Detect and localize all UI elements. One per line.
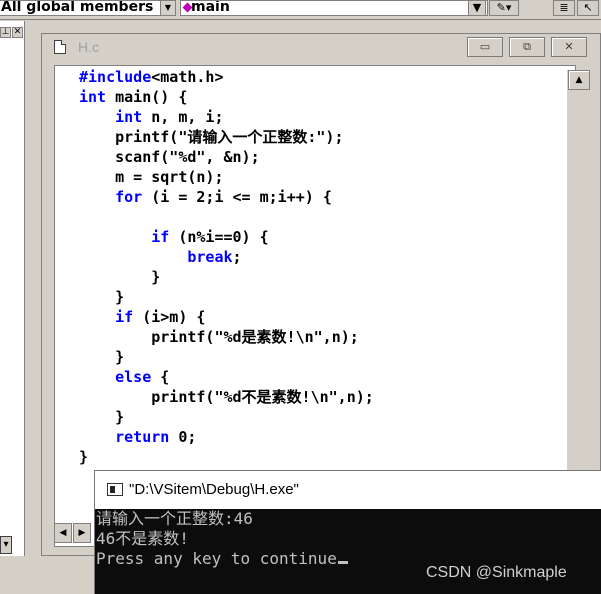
- chevron-down-icon[interactable]: ▼: [468, 0, 486, 16]
- code-keyword: if: [79, 228, 170, 246]
- code-line: printf("%d是素数!\n",n);: [79, 327, 359, 347]
- wizard-bar-icon[interactable]: ✎▾: [489, 0, 519, 16]
- code-line: }: [79, 347, 124, 367]
- members-combo[interactable]: All global members ▼: [0, 0, 176, 16]
- toolbar: All global members ▼ main ▼ ✎▾ ≣ ↖: [0, 0, 601, 20]
- console-title: "D:\VSitem\Debug\H.exe": [129, 481, 299, 498]
- editor-titlebar[interactable]: H.c ▭ ⧉ ✕: [42, 34, 600, 60]
- console-line: Press any key to continue: [96, 549, 348, 569]
- code-text: ;: [232, 248, 242, 266]
- code-line: int main() {: [79, 87, 187, 107]
- pane-scroll-down-icon[interactable]: ▾: [0, 536, 12, 554]
- close-button[interactable]: ✕: [551, 37, 587, 57]
- stack-icon[interactable]: ≣: [553, 0, 575, 16]
- code-text: (i>m) {: [133, 308, 206, 326]
- code-keyword: #include: [79, 68, 152, 86]
- code-text: }: [79, 268, 161, 286]
- minimize-button[interactable]: ▭: [467, 37, 503, 57]
- code-text: <math.h>: [151, 68, 224, 86]
- workspace-pane: ⊥ ✕: [0, 21, 25, 556]
- code-text: printf("请输入一个正整数:");: [79, 128, 344, 146]
- code-text: 0;: [169, 428, 197, 446]
- code-line: if (i>m) {: [79, 307, 205, 327]
- console-prompt-text: Press any key to continue: [96, 549, 337, 568]
- code-line: return 0;: [79, 427, 196, 447]
- code-text: }: [79, 348, 125, 366]
- scroll-left-arrow-icon[interactable]: ◀: [54, 523, 72, 543]
- code-line: }: [79, 267, 160, 287]
- code-keyword: if: [79, 308, 134, 326]
- code-keyword: break: [79, 248, 233, 266]
- scroll-right-arrow-icon[interactable]: ▶: [73, 523, 91, 543]
- code-text: scanf("%d", &n);: [79, 148, 260, 166]
- code-text: }: [79, 448, 89, 466]
- watermark: CSDN @Sinkmaple: [426, 564, 567, 581]
- text-cursor: [337, 561, 348, 564]
- code-line: for (i = 2;i <= m;i++) {: [79, 187, 332, 207]
- code-line: printf("请输入一个正整数:");: [79, 127, 344, 147]
- code-line: scanf("%d", &n);: [79, 147, 260, 167]
- pane-close-icon[interactable]: ✕: [12, 27, 23, 38]
- code-text: (i = 2;i <= m;i++) {: [142, 188, 332, 206]
- code-line: printf("%d不是素数!\n",n);: [79, 387, 374, 407]
- code-line: }: [79, 287, 124, 307]
- code-line: }: [79, 407, 124, 427]
- code-keyword: for: [79, 188, 143, 206]
- function-combo[interactable]: main: [180, 0, 488, 16]
- code-line: }: [79, 447, 88, 467]
- code-text: printf("%d是素数!\n",n);: [79, 328, 359, 346]
- code-text: {: [151, 368, 170, 386]
- code-keyword: int: [79, 108, 143, 126]
- code-text: printf("%d不是素数!\n",n);: [79, 388, 374, 406]
- code-line: break;: [79, 247, 242, 267]
- code-line: int n, m, i;: [79, 107, 224, 127]
- code-keyword: int: [79, 88, 107, 106]
- console-icon: [107, 483, 123, 496]
- code-line: if (n%i==0) {: [79, 227, 269, 247]
- code-text: m = sqrt(n);: [79, 168, 224, 186]
- code-line: #include<math.h>: [79, 67, 224, 87]
- pane-pin-icon[interactable]: ⊥: [0, 27, 11, 38]
- console-line: 46不是素数!: [96, 529, 189, 548]
- code-keyword: return: [79, 428, 170, 446]
- restore-button[interactable]: ⧉: [509, 37, 545, 57]
- code-line: m = sqrt(n);: [79, 167, 224, 187]
- scroll-up-arrow-icon[interactable]: ▲: [568, 70, 590, 90]
- document-icon: [54, 40, 66, 54]
- code-text: n, m, i;: [142, 108, 224, 126]
- members-combo-value: All global members: [1, 0, 154, 15]
- console-titlebar[interactable]: "D:\VSitem\Debug\H.exe": [95, 471, 601, 509]
- pointer-icon[interactable]: ↖: [577, 0, 599, 16]
- console-line: 请输入一个正整数:46: [96, 509, 253, 528]
- code-keyword: else: [79, 368, 152, 386]
- editor-title: H.c: [78, 39, 99, 55]
- code-line: else {: [79, 367, 169, 387]
- chevron-down-icon[interactable]: ▼: [160, 1, 175, 15]
- code-text: (n%i==0) {: [169, 228, 269, 246]
- code-text: }: [79, 408, 125, 426]
- code-text: }: [79, 288, 125, 306]
- code-text: main() {: [106, 88, 188, 106]
- editor-gutter: [55, 66, 78, 546]
- function-combo-value: main: [191, 0, 230, 15]
